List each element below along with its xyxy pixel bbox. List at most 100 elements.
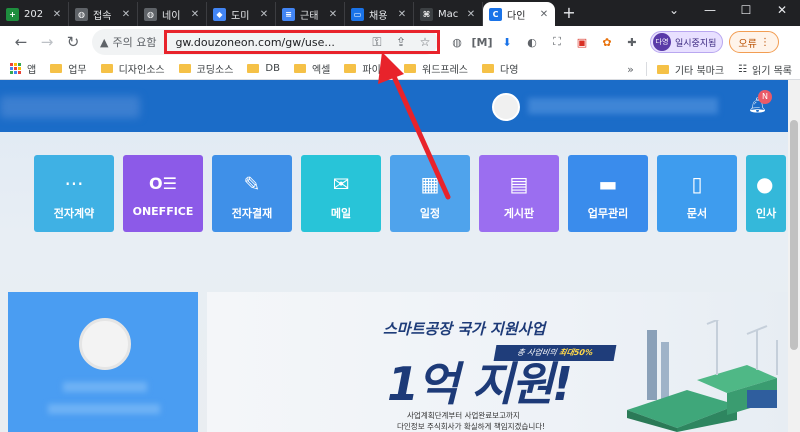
folder-icon [344,64,357,73]
sheets-icon: + [6,7,19,21]
chevron-down-icon[interactable]: ⌄ [656,0,692,22]
tab-6[interactable]: ▭ 채용 ✕ [345,2,414,26]
tile-label: 전자결재 [231,207,273,220]
bookmark-folder-1[interactable]: 업무 [50,61,87,76]
onefice-icon: O☰ [149,174,177,193]
tile-schedule[interactable]: ▦ 일정 [390,155,470,232]
bookmark-folder-5[interactable]: 엑셀 [293,61,330,76]
bookmark-folder-6[interactable]: 파이썬 [344,61,390,76]
close-window-icon[interactable]: ✕ [764,0,800,22]
close-icon[interactable]: ✕ [397,9,407,20]
tab-8-active[interactable]: C 다인 ✕ [483,2,555,26]
app-tiles: ··· 전자계약 O☰ ONEFFICE ✎ 전자결재 ✉ 메일 ▦ 일정 ▤ … [34,155,786,232]
bookmark-folder-7[interactable]: 워드프레스 [404,61,468,76]
mail-icon: ✉ [332,172,350,196]
bookmark-label: 앱 [27,65,37,76]
ext-globe-icon[interactable]: ◍ [446,31,468,53]
error-button[interactable]: 오류 ⋮ [729,31,779,53]
bookmark-label: 디자인소스 [118,65,165,76]
tile-board[interactable]: ▤ 게시판 [479,155,559,232]
tab-3[interactable]: ◍ 네이 ✕ [138,2,207,26]
tile-task[interactable]: ▬ 업무관리 [568,155,648,232]
tile-label: 게시판 [503,207,535,220]
close-icon[interactable]: ✕ [259,9,269,20]
douzone-icon: C [489,7,502,21]
minimize-icon[interactable]: — [692,0,728,22]
close-icon[interactable]: ✕ [539,9,549,20]
site-header: 🔔︎ N [0,80,788,132]
ext-capture-icon[interactable]: ⛶ [546,31,568,53]
tab-5[interactable]: ≡ 근태 ✕ [276,2,345,26]
tab-7[interactable]: ⌘ Mac ✕ [414,2,483,26]
url-highlight-box: gw.douzoneon.com/gw/use... ⚿ ⇪ ☆ [164,30,440,54]
key-icon[interactable]: ⚿ [365,35,389,50]
page-content: 🔔︎ N ··· 전자계약 O☰ ONEFFICE ✎ 전자결재 ✉ 메일 ▦ … [0,80,788,432]
tile-onefice[interactable]: O☰ ONEFFICE [123,155,203,232]
forward-button[interactable]: → [34,29,60,55]
ext-mouse-icon[interactable]: ◐ [521,31,543,53]
avatar[interactable] [492,93,520,121]
tile-e-approval[interactable]: ✎ 전자결재 [212,155,292,232]
close-icon[interactable]: ✕ [52,9,62,20]
document-icon: ▯ [691,172,703,196]
promo-banner[interactable]: 스마트공장 국가 지원사업 총 사업비의 최대50% 1억 지원! 사업계획단계… [207,292,788,432]
bookmark-label: 읽기 목록 [752,65,792,77]
bookmark-folder-3[interactable]: 코딩소스 [178,61,233,76]
page-scrollbar[interactable] [788,80,800,432]
new-tab-button[interactable]: + [555,2,583,26]
tile-e-contract[interactable]: ··· 전자계약 [34,155,114,232]
scrollbar-thumb[interactable] [790,120,798,350]
tile-mail[interactable]: ✉ 메일 [301,155,381,232]
tile-document[interactable]: ▯ 문서 [657,155,737,232]
window-controls: ⌄ — ☐ ✕ [656,0,800,22]
folder-icon [100,64,113,73]
ext-window-icon[interactable]: ▣ [571,31,593,53]
bookmark-label: DB [265,63,280,74]
bookmark-reading-list[interactable]: ☷ 읽기 목록 [738,62,792,77]
security-status[interactable]: 주의 요함 [112,34,156,50]
download-icon[interactable]: ⬇ [496,31,518,53]
folder-icon [482,64,494,73]
banner-subtitle-1: 사업계획단계부터 사업완료보고까지 [407,411,520,420]
warning-icon[interactable]: ▲ [100,36,108,49]
close-icon[interactable]: ✕ [328,9,338,20]
bookmark-other[interactable]: 기타 북마크 [656,62,724,77]
profile-button[interactable]: 다영 일시중지됨 [650,31,724,53]
address-bar[interactable]: ▲ 주의 요함 gw.douzoneon.com/gw/use... ⚿ ⇪ ☆ [92,29,440,55]
tile-hr[interactable]: ● 인사 [746,155,786,232]
more-bookmarks-icon[interactable]: » [627,63,634,76]
tab-title: 202 [24,8,44,20]
close-icon[interactable]: ✕ [466,9,476,20]
chat-icon: ▭ [351,7,364,21]
bookmark-apps[interactable]: 앱 [10,61,36,76]
maximize-icon[interactable]: ☐ [728,0,764,22]
puzzle-icon[interactable]: ✚ [621,31,643,53]
shield-icon: ◆ [213,7,226,21]
tab-2[interactable]: ◍ 접속 ✕ [69,2,138,26]
folder-icon [293,64,306,73]
ext-m-icon[interactable]: [M] [471,31,493,53]
factory-illustration [627,320,778,432]
tab-1[interactable]: + 202 ✕ [0,2,69,26]
star-icon[interactable]: ☆ [413,35,437,49]
folder-icon [178,64,191,73]
close-icon[interactable]: ✕ [121,9,131,20]
reload-button[interactable]: ↻ [60,29,86,55]
logo-blurred[interactable] [0,96,140,118]
close-icon[interactable]: ✕ [190,9,200,20]
calendar-icon: ▦ [420,172,440,196]
profile-card [8,292,198,432]
ext-color-icon[interactable]: ✿ [596,31,618,53]
back-button[interactable]: ← [8,29,34,55]
folder-icon [50,64,63,73]
url-text[interactable]: gw.douzoneon.com/gw/use... [175,36,365,49]
apps-icon [10,63,21,74]
tab-title: 근태 [300,10,319,22]
bookmark-folder-2[interactable]: 디자인소스 [100,61,165,76]
tab-4[interactable]: ◆ 도미 ✕ [207,2,276,26]
avatar[interactable] [79,318,131,370]
profile-status: 일시중지됨 [675,38,717,49]
bookmark-folder-4[interactable]: DB [247,63,280,74]
share-icon[interactable]: ⇪ [389,35,413,49]
bookmark-folder-8[interactable]: 다영 [482,61,518,76]
